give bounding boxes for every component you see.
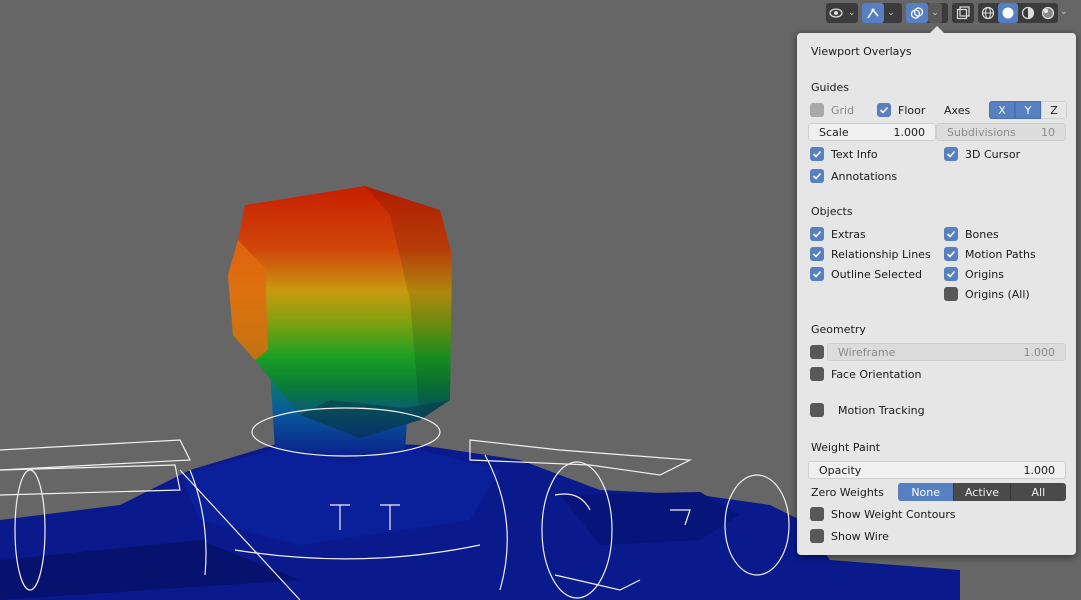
face-orientation-checkbox-row[interactable]: Face Orientation xyxy=(810,365,921,383)
wireframe-value: 1.000 xyxy=(1023,345,1056,359)
zero-weights-active[interactable]: Active xyxy=(954,483,1011,501)
eye-icon[interactable] xyxy=(826,3,846,23)
zero-weights-label: Zero Weights xyxy=(811,485,884,499)
motion-paths-checkbox[interactable] xyxy=(944,247,958,261)
wireframe-field[interactable]: Wireframe 1.000 xyxy=(827,343,1066,361)
zero-weights-all[interactable]: All xyxy=(1010,483,1066,501)
chevron-down-icon[interactable]: ⌄ xyxy=(928,3,942,23)
origins-checkbox-row[interactable]: Origins xyxy=(944,265,1004,283)
grid-checkbox[interactable] xyxy=(810,103,824,117)
show-weight-contours-checkbox-row[interactable]: Show Weight Contours xyxy=(810,505,956,523)
mesh-head[interactable] xyxy=(228,186,452,438)
scale-label: Scale xyxy=(819,125,849,139)
show-wire-checkbox[interactable] xyxy=(810,529,824,543)
floor-checkbox[interactable] xyxy=(877,103,891,117)
motion-paths-label: Motion Paths xyxy=(965,247,1036,261)
rendered-shading-icon[interactable] xyxy=(1038,3,1058,23)
scale-field[interactable]: Scale 1.000 xyxy=(808,123,936,141)
section-guides: Guides xyxy=(811,81,850,94)
opacity-field[interactable]: Opacity 1.000 xyxy=(808,461,1066,479)
text-info-checkbox[interactable] xyxy=(810,147,824,161)
3d-cursor-checkbox-row[interactable]: 3D Cursor xyxy=(944,145,1020,163)
xray-icon[interactable] xyxy=(952,3,974,23)
motion-tracking-label: Motion Tracking xyxy=(838,403,925,417)
axes-label: Axes xyxy=(944,103,971,117)
solid-shading-icon[interactable] xyxy=(998,3,1018,23)
subdivisions-label: Subdivisions xyxy=(947,125,1016,139)
relationship-lines-checkbox-row[interactable]: Relationship Lines xyxy=(810,245,931,263)
3d-cursor-checkbox[interactable] xyxy=(944,147,958,161)
show-weight-contours-label: Show Weight Contours xyxy=(831,507,956,521)
origins-all-label: Origins (All) xyxy=(965,287,1030,301)
wireframe-label: Wireframe xyxy=(838,345,896,359)
outline-selected-checkbox[interactable] xyxy=(810,267,824,281)
face-orientation-label: Face Orientation xyxy=(831,367,922,381)
axis-x-toggle[interactable]: X xyxy=(989,101,1015,119)
3d-cursor-label: 3D Cursor xyxy=(965,147,1021,161)
chevron-down-icon[interactable]: ⌄ xyxy=(1060,7,1068,17)
grid-label: Grid xyxy=(831,103,855,117)
text-info-checkbox-row[interactable]: Text Info xyxy=(810,145,878,163)
bones-checkbox-row[interactable]: Bones xyxy=(944,225,999,243)
opacity-label: Opacity xyxy=(819,463,862,477)
origins-all-checkbox[interactable] xyxy=(944,287,958,301)
motion-paths-checkbox-row[interactable]: Motion Paths xyxy=(944,245,1036,263)
popover-title: Viewport Overlays xyxy=(811,45,912,58)
axes-label-row: Axes xyxy=(944,101,970,119)
gizmo-icon[interactable] xyxy=(862,3,884,23)
overlay-icon[interactable] xyxy=(906,3,928,23)
extras-checkbox[interactable] xyxy=(810,227,824,241)
section-geometry: Geometry xyxy=(811,323,866,336)
floor-checkbox-row[interactable]: Floor xyxy=(877,101,925,119)
zero-weights-label-row: Zero Weights xyxy=(811,483,884,501)
grid-checkbox-row[interactable]: Grid xyxy=(810,101,854,119)
outline-selected-label: Outline Selected xyxy=(831,267,922,281)
zero-weights-none[interactable]: None xyxy=(898,483,955,501)
bones-label: Bones xyxy=(965,227,999,241)
show-weight-contours-checkbox[interactable] xyxy=(810,507,824,521)
zero-weights-selector[interactable]: None Active All xyxy=(898,483,1066,501)
chevron-down-icon[interactable]: ⌄ xyxy=(846,3,858,23)
motion-tracking-checkbox[interactable] xyxy=(810,403,824,417)
opacity-value: 1.000 xyxy=(1023,463,1056,477)
chevron-down-icon[interactable]: ⌄ xyxy=(884,3,898,23)
origins-label: Origins xyxy=(965,267,1004,281)
subdivisions-value: 10 xyxy=(1041,125,1055,139)
relationship-lines-checkbox[interactable] xyxy=(810,247,824,261)
wireframe-shading-icon[interactable] xyxy=(978,3,998,23)
section-objects: Objects xyxy=(811,205,853,218)
show-wire-checkbox-row[interactable]: Show Wire xyxy=(810,527,889,545)
bones-checkbox[interactable] xyxy=(944,227,958,241)
gizmo-group[interactable]: ⌄ xyxy=(862,3,902,23)
annotations-checkbox[interactable] xyxy=(810,169,824,183)
axes-toggle-group[interactable]: X Y Z xyxy=(989,101,1067,119)
annotations-label: Annotations xyxy=(831,169,898,183)
show-wire-label: Show Wire xyxy=(831,529,889,543)
axis-z-toggle[interactable]: Z xyxy=(1041,101,1067,119)
origins-all-checkbox-row[interactable]: Origins (All) xyxy=(944,285,1030,303)
viewport-overlays-popover: Viewport Overlays Guides Grid Floor Axes… xyxy=(797,26,1076,555)
origins-checkbox[interactable] xyxy=(944,267,958,281)
axis-y-toggle[interactable]: Y xyxy=(1015,101,1041,119)
text-info-label: Text Info xyxy=(831,147,878,161)
subdivisions-field[interactable]: Subdivisions 10 xyxy=(936,123,1066,141)
face-orientation-checkbox[interactable] xyxy=(810,367,824,381)
shading-mode-group[interactable] xyxy=(978,3,1058,23)
overlay-group[interactable]: ⌄ xyxy=(906,3,948,23)
popover-notch xyxy=(930,26,944,33)
show-gizmo-toggle[interactable]: ⌄ xyxy=(826,3,858,23)
outline-selected-checkbox-row[interactable]: Outline Selected xyxy=(810,265,922,283)
wireframe-checkbox[interactable] xyxy=(810,345,824,359)
scale-value: 1.000 xyxy=(893,125,926,139)
extras-checkbox-row[interactable]: Extras xyxy=(810,225,866,243)
section-weight-paint: Weight Paint xyxy=(811,441,881,454)
motion-tracking-checkbox-row[interactable]: Motion Tracking xyxy=(810,401,925,419)
annotations-checkbox-row[interactable]: Annotations xyxy=(810,167,897,185)
extras-label: Extras xyxy=(831,227,866,241)
xray-toggle[interactable] xyxy=(952,3,974,23)
relationship-lines-label: Relationship Lines xyxy=(831,247,931,261)
material-shading-icon[interactable] xyxy=(1018,3,1038,23)
floor-label: Floor xyxy=(898,103,926,117)
